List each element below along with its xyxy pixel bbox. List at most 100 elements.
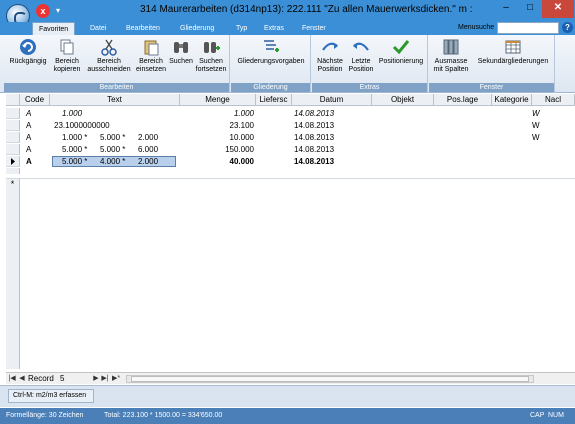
copy-range-button[interactable]: Bereich kopieren [50, 38, 84, 74]
record-number-input[interactable]: 5 [60, 373, 88, 385]
record-label: Record [28, 374, 54, 383]
row-selector[interactable] [6, 120, 20, 131]
cell-text-1[interactable]: 1.000 [62, 108, 82, 119]
cell-datum[interactable]: 14.08.2013 [294, 156, 334, 167]
tab-typ[interactable]: Typ [230, 22, 253, 35]
cell-code[interactable]: A [26, 132, 31, 143]
menusuche-input[interactable] [497, 22, 559, 34]
row-header-column [6, 189, 20, 369]
last-position-button[interactable]: Letzte Position [346, 38, 376, 74]
tab-gliederung[interactable]: Gliederung [174, 22, 220, 35]
table-row[interactable]: A 1.000 1.000 14.08.2013 W [6, 108, 575, 119]
new-row[interactable]: * [6, 178, 575, 190]
table-row-current[interactable]: A 5.000 * 4.000 * 2.000 40.000 14.08.201… [6, 156, 575, 167]
ausmasse-label-1: Ausmasse [434, 58, 468, 65]
cell-kategorie[interactable]: W [532, 132, 540, 143]
gliederungsvorgaben-button[interactable]: Gliederungsvorgaben [233, 38, 309, 66]
cell-text-1[interactable]: 5.000 * [62, 156, 87, 167]
cell-text-1[interactable]: 23.1000000000 [54, 120, 110, 131]
cell-datum[interactable]: 14.08.2013 [294, 108, 334, 119]
cell-code[interactable]: A [26, 108, 31, 119]
outline-settings-icon [264, 40, 279, 52]
paste-range-button[interactable]: Bereich einsetzen [134, 38, 168, 74]
cell-menge[interactable]: 150.000 [180, 144, 254, 155]
quick-access-dropdown-icon[interactable]: ▾ [56, 6, 60, 15]
tab-bearbeiten[interactable]: Bearbeiten [120, 22, 166, 35]
table-row[interactable]: A 1.000 * 5.000 * 2.000 10.000 14.08.201… [6, 132, 575, 143]
positionierung-button[interactable]: Positionierung [376, 38, 426, 66]
cell-menge[interactable]: 1.000 [180, 108, 254, 119]
search-continue-label-1: Suchen [199, 58, 223, 65]
cell-text-3[interactable]: 2.000 [138, 132, 158, 143]
cell-menge[interactable]: 40.000 [180, 156, 254, 167]
cell-menge[interactable]: 23.100 [180, 120, 254, 131]
maximize-button[interactable]: □ [518, 0, 542, 18]
group-label-bearbeiten: Bearbeiten [4, 83, 229, 92]
column-header-nacl[interactable]: Nacl [532, 94, 575, 106]
cell-code[interactable]: A [26, 156, 32, 167]
cell-text-3[interactable]: 6.000 [138, 144, 158, 155]
cell-text-2[interactable]: 5.000 * [100, 132, 125, 143]
paste-range-label-2: einsetzen [136, 66, 166, 73]
column-header-text[interactable]: Text [50, 94, 180, 106]
horizontal-scrollbar[interactable] [126, 375, 534, 383]
close-document-icon[interactable]: x [36, 4, 50, 18]
column-header-datum[interactable]: Datum [292, 94, 372, 106]
table-row[interactable]: A 23.1000000000 23.100 14.08.2013 W [6, 120, 575, 131]
group-bearbeiten: Rückgängig Bereich kopieren Bereich auss… [4, 35, 230, 93]
cut-range-button[interactable]: Bereich ausschneiden [86, 38, 132, 74]
prev-record-button[interactable]: ◀ [18, 374, 26, 384]
sekundaergliederungen-label: Sekundärgliederungen [477, 58, 549, 65]
next-position-label-2: Position [317, 66, 343, 73]
next-record-button[interactable]: ▶ [92, 374, 100, 384]
cell-text-3[interactable]: 2.000 [138, 156, 158, 167]
cell-kategorie[interactable]: W [532, 120, 540, 131]
tab-datei[interactable]: Datei [84, 22, 112, 35]
tab-extras[interactable]: Extras [258, 22, 290, 35]
column-header-objekt[interactable]: Objekt [372, 94, 434, 106]
row-selector-current[interactable] [6, 156, 20, 167]
row-selector[interactable] [6, 108, 20, 119]
group-fenster: Ausmasse mit Spalten Sekundärgliederunge… [429, 35, 555, 93]
tab-favoriten[interactable]: Favoriten [32, 22, 76, 35]
column-header-code[interactable]: Code [20, 94, 50, 106]
search-continue-button[interactable]: Suchen fortsetzen [194, 38, 228, 74]
column-header-liefersc[interactable]: Liefersc [256, 94, 292, 106]
cell-menge[interactable]: 10.000 [180, 132, 254, 143]
new-record-button[interactable]: ▶* [110, 374, 122, 384]
last-record-button[interactable]: ▶| [101, 374, 109, 384]
column-header-menge[interactable]: Menge [180, 94, 256, 106]
tab-fenster[interactable]: Fenster [296, 22, 332, 35]
next-position-button[interactable]: Nächste Position [314, 38, 346, 74]
cell-kategorie[interactable]: W [532, 108, 540, 119]
close-button[interactable]: ✕ [542, 0, 574, 18]
cell-text-1[interactable]: 5.000 * [62, 144, 87, 155]
undo-button[interactable]: Rückgängig [8, 38, 48, 66]
cell-text-1[interactable]: 1.000 * [62, 132, 87, 143]
cell-code[interactable]: A [26, 144, 31, 155]
ausmasse-button[interactable]: Ausmasse mit Spalten [431, 38, 471, 74]
help-icon[interactable]: ? [562, 22, 573, 33]
cell-datum[interactable]: 14.08.2013 [294, 120, 334, 131]
cell-datum[interactable]: 14.08.2013 [294, 144, 334, 155]
minimize-button[interactable]: – [494, 0, 518, 18]
paste-range-label-1: Bereich [139, 58, 163, 65]
row-selector[interactable] [6, 144, 20, 155]
status-bar: Formellänge: 30 Zeichen Total: 223.100 *… [0, 408, 575, 424]
horizontal-scroll-thumb[interactable] [131, 376, 529, 382]
grid-corner [6, 94, 20, 106]
cell-code[interactable]: A [26, 120, 31, 131]
columns-icon [443, 39, 459, 55]
first-record-button[interactable]: |◀ [8, 374, 16, 384]
status-caps: CAP [530, 412, 545, 419]
search-button[interactable]: Suchen [168, 38, 194, 66]
shortcut-m2m3-button[interactable]: Ctrl-M: m2/m3 erfassen [8, 389, 94, 403]
column-header-poslage[interactable]: Pos.lage [434, 94, 492, 106]
cell-datum[interactable]: 14.08.2013 [294, 132, 334, 143]
sekundaergliederungen-button[interactable]: Sekundärgliederungen [473, 38, 553, 66]
row-selector[interactable] [6, 132, 20, 143]
column-header-kategorie[interactable]: Kategorie [492, 94, 532, 106]
cell-text-2[interactable]: 4.000 * [100, 156, 125, 167]
table-row[interactable]: A 5.000 * 5.000 * 6.000 150.000 14.08.20… [6, 144, 575, 155]
cell-text-2[interactable]: 5.000 * [100, 144, 125, 155]
